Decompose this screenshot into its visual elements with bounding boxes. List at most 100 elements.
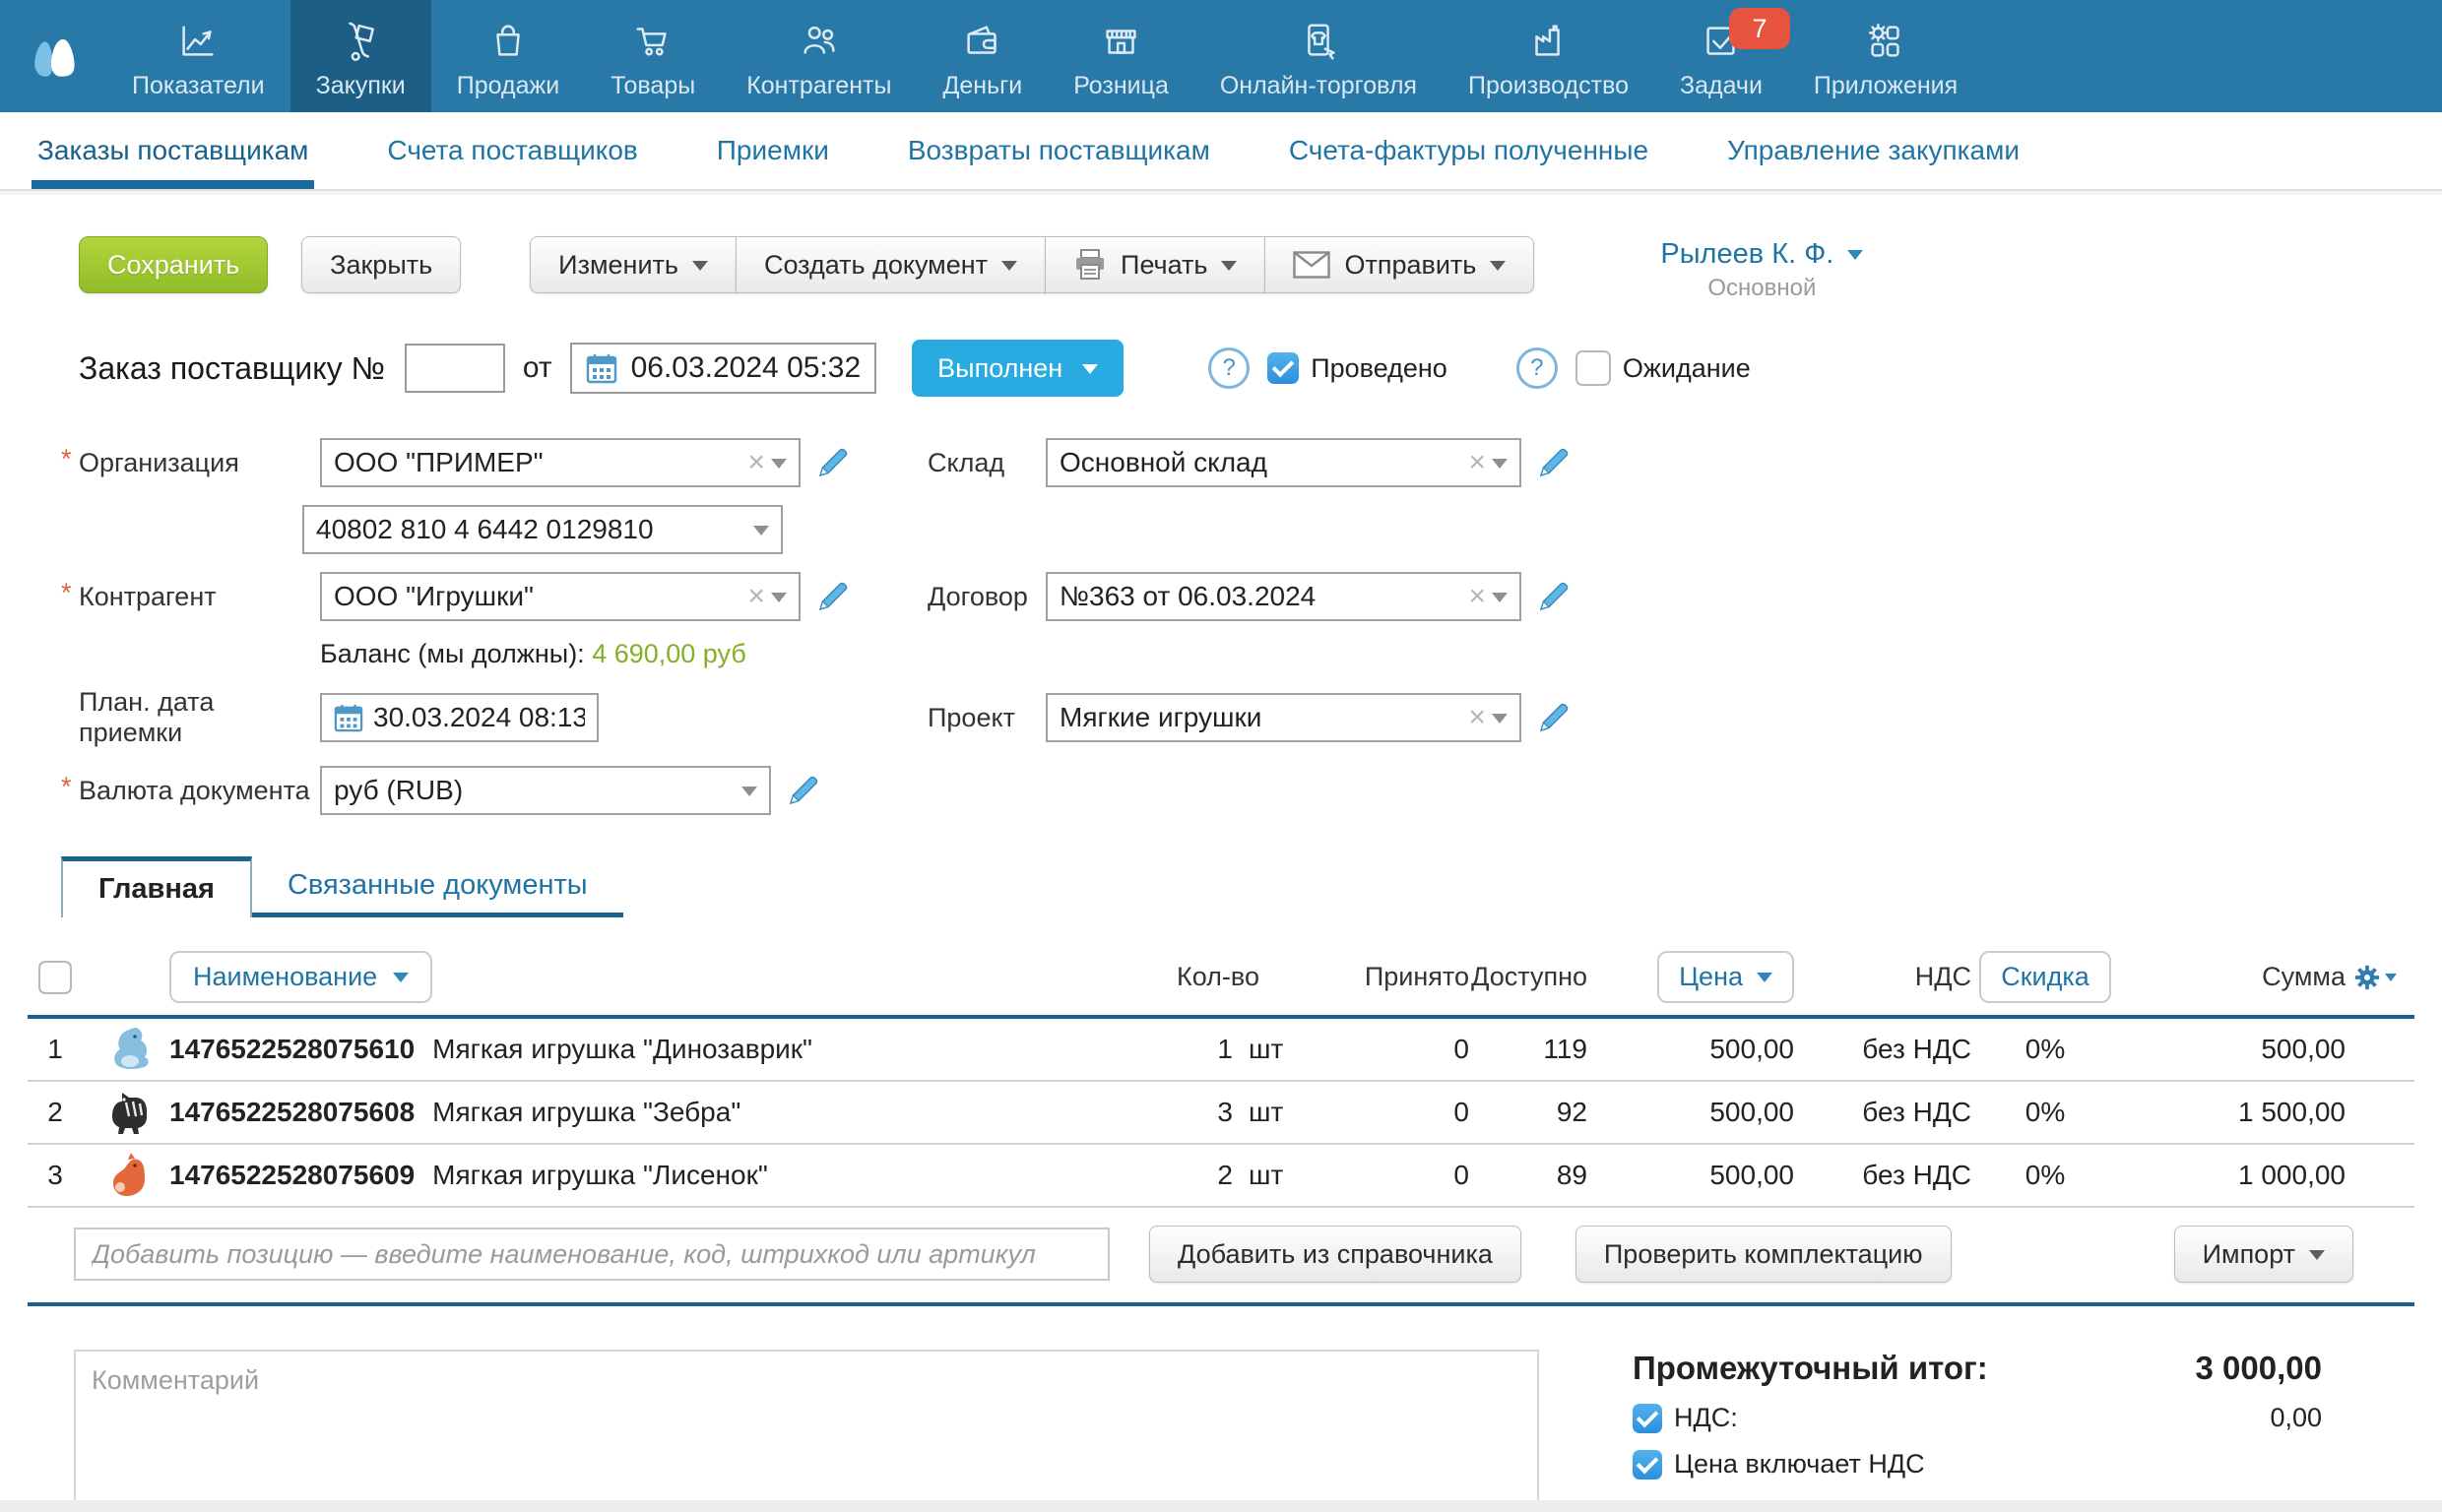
clear-x-icon[interactable]: × <box>747 580 765 613</box>
balance-row: Баланс (мы должны): 4 690,00 руб <box>61 639 928 669</box>
nav-item-roznitsa[interactable]: Розница <box>1048 0 1194 112</box>
nav-item-pokazateli[interactable]: Показатели <box>106 0 290 112</box>
close-button[interactable]: Закрыть <box>301 236 461 293</box>
project-select[interactable]: Мягкие игрушки × <box>1046 693 1521 742</box>
contract-edit-pencil-icon[interactable] <box>1537 580 1571 613</box>
warehouse-select[interactable]: Основной склад × <box>1046 438 1521 487</box>
dropdown-caret-icon[interactable] <box>1492 714 1508 731</box>
tab-svyazannye-dokumenty[interactable]: Связанные документы <box>252 858 623 917</box>
dropdown-caret-icon[interactable] <box>771 593 787 610</box>
purchases-sections-nav: Заказы поставщикам Счета поставщиков При… <box>0 112 2442 191</box>
subnav-item-vozvraty-postavshchikam[interactable]: Возвраты поставщикам <box>908 112 1210 189</box>
chart-icon <box>175 13 221 64</box>
chevron-down-icon <box>692 261 708 279</box>
envelope-icon <box>1293 251 1330 279</box>
shopping-bag-icon <box>485 13 531 64</box>
comment-textarea[interactable] <box>74 1350 1539 1512</box>
organization-select[interactable]: ООО "ПРИМЕР" × <box>320 438 801 487</box>
currency-select[interactable]: руб (RUB) <box>320 766 771 815</box>
vat-checkbox[interactable] <box>1633 1404 1662 1433</box>
price-value: 500,00 <box>1587 1097 1794 1128</box>
subnav-item-scheta-faktury[interactable]: Счета-фактуры полученные <box>1289 112 1648 189</box>
status-button[interactable]: Выполнен <box>912 340 1124 397</box>
dropdown-caret-icon[interactable] <box>1492 459 1508 476</box>
save-button[interactable]: Сохранить <box>79 236 268 293</box>
subnav-item-zakazy-postavshchikam[interactable]: Заказы поставщикам <box>37 112 308 189</box>
chevron-down-icon <box>2309 1250 2325 1268</box>
price-includes-vat-checkbox[interactable] <box>1633 1450 1662 1480</box>
edit-button[interactable]: Изменить <box>530 236 737 293</box>
waiting-help-icon[interactable]: ? <box>1516 347 1558 389</box>
currency-edit-pencil-icon[interactable] <box>787 774 820 807</box>
add-from-catalog-button[interactable]: Добавить из справочника <box>1149 1226 1521 1283</box>
select-all-checkbox[interactable] <box>38 961 72 994</box>
table-header: Наименование Кол-во Принято Доступно Цен… <box>28 943 2414 1019</box>
dropdown-caret-icon[interactable] <box>741 787 757 804</box>
clear-x-icon[interactable]: × <box>747 446 765 479</box>
available-value: 119 <box>1469 1034 1587 1065</box>
nav-item-proizvodstvo[interactable]: Производство <box>1443 0 1654 112</box>
check-kit-button[interactable]: Проверить комплектацию <box>1575 1226 1952 1283</box>
send-button[interactable]: Отправить <box>1264 236 1534 293</box>
tab-glavnaya[interactable]: Главная <box>61 856 252 917</box>
add-position-input[interactable] <box>74 1228 1110 1281</box>
document-number-input[interactable] <box>405 344 505 393</box>
create-document-button[interactable]: Создать документ <box>736 236 1046 293</box>
counterparty-select[interactable]: ООО "Игрушки" × <box>320 572 801 621</box>
nav-item-online-torgovlya[interactable]: Онлайн-торговля <box>1194 0 1443 112</box>
subnav-item-priemki[interactable]: Приемки <box>717 112 829 189</box>
table-row[interactable]: 2 1476522528075608 Мягкая игрушка "Зебра… <box>28 1082 2414 1145</box>
available-column-header: Доступно <box>1469 962 1587 992</box>
import-button[interactable]: Импорт <box>2174 1226 2353 1283</box>
currency-row: *Валюта документа руб (RUB) <box>61 766 928 815</box>
accepted-value: 0 <box>1302 1160 1469 1191</box>
discount-value: 0% <box>1971 1097 2119 1128</box>
name-column-sort-button[interactable]: Наименование <box>169 951 432 1003</box>
warehouse-edit-pencil-icon[interactable] <box>1537 446 1571 479</box>
user-menu[interactable]: Рылеев К. Ф. Основной <box>1660 236 1863 302</box>
nav-item-kontragenty[interactable]: Контрагенты <box>721 0 917 112</box>
discount-value: 0% <box>1971 1034 2119 1065</box>
document-footer: Промежуточный итог: 3 000,00 НДС: 0,00 Ц… <box>28 1350 2414 1512</box>
organization-edit-pencil-icon[interactable] <box>816 446 850 479</box>
moysklad-logo[interactable] <box>0 0 106 112</box>
nav-item-zakupki[interactable]: Закупки <box>290 0 431 112</box>
nav-item-prilozheniya[interactable]: Приложения <box>1788 0 1983 112</box>
nav-item-tovary[interactable]: Товары <box>585 0 721 112</box>
table-settings-button[interactable] <box>2346 964 2414 991</box>
warehouse-row: Склад Основной склад × <box>928 438 2442 487</box>
table-row[interactable]: 3 1476522528075609 Мягкая игрушка "Лисен… <box>28 1145 2414 1208</box>
nav-item-zadachi[interactable]: 7 Задачи <box>1654 0 1788 112</box>
price-column-sort-button[interactable]: Цена <box>1657 951 1794 1003</box>
document-datetime-field[interactable]: 06.03.2024 05:32 <box>570 343 877 394</box>
user-department: Основной <box>1707 275 1816 302</box>
posted-checkbox[interactable] <box>1267 352 1299 384</box>
dropdown-caret-icon[interactable] <box>771 459 787 476</box>
dropdown-caret-icon[interactable] <box>1492 593 1508 610</box>
plan-date-field[interactable]: 30.03.2024 08:13 <box>320 693 599 742</box>
subnav-item-scheta-postavshchikov[interactable]: Счета поставщиков <box>387 112 637 189</box>
vat-row: НДС: 0,00 <box>1633 1403 2322 1433</box>
contract-select[interactable]: №363 от 06.03.2024 × <box>1046 572 1521 621</box>
clear-x-icon[interactable]: × <box>1468 580 1486 613</box>
waiting-checkbox[interactable] <box>1575 350 1611 386</box>
print-button[interactable]: Печать <box>1045 236 1265 293</box>
nav-item-dengi[interactable]: Деньги <box>917 0 1048 112</box>
nav-item-prodazhi[interactable]: Продажи <box>431 0 585 112</box>
clear-x-icon[interactable]: × <box>1468 446 1486 479</box>
table-row[interactable]: 1 1476522528075610 Мягкая игрушка "Диноз… <box>28 1019 2414 1082</box>
price-includes-vat-row: Цена включает НДС <box>1633 1449 2322 1480</box>
discount-column-button[interactable]: Скидка <box>1979 951 2111 1003</box>
account-select[interactable]: 40802 810 4 6442 0129810 <box>302 505 783 554</box>
totals-panel: Промежуточный итог: 3 000,00 НДС: 0,00 Ц… <box>1633 1350 2322 1512</box>
posted-help-icon[interactable]: ? <box>1208 347 1250 389</box>
clear-x-icon[interactable]: × <box>1468 701 1486 734</box>
counterparty-edit-pencil-icon[interactable] <box>816 580 850 613</box>
project-edit-pencil-icon[interactable] <box>1537 701 1571 734</box>
dropdown-caret-icon[interactable] <box>753 526 769 543</box>
moysklad-logo-icon <box>17 20 90 93</box>
required-asterisk: * <box>61 578 72 608</box>
contract-label: Договор <box>928 582 1046 612</box>
subnav-item-upravlenie-zakupkami[interactable]: Управление закупками <box>1727 112 2020 189</box>
product-name: Мягкая игрушка "Лисенок" <box>432 1160 768 1191</box>
